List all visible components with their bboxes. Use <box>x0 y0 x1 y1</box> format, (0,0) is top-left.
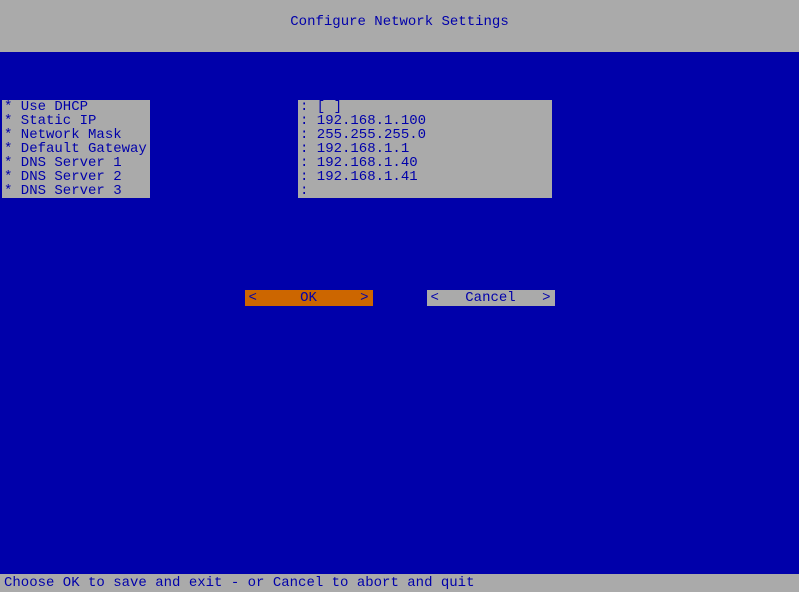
ok-button-left-bracket: < <box>249 290 257 306</box>
cancel-button[interactable]: < Cancel > <box>427 290 555 306</box>
field-label-dns2[interactable]: * DNS Server 2 <box>2 170 150 184</box>
values-column: : [ ] : 192.168.1.100 : 255.255.255.0 : … <box>298 100 552 198</box>
field-label-dns1[interactable]: * DNS Server 1 <box>2 156 150 170</box>
field-value-network-mask[interactable]: : 255.255.255.0 <box>298 128 552 142</box>
cancel-button-left-bracket: < <box>431 290 439 306</box>
cancel-button-right-bracket: > <box>542 290 550 306</box>
ok-button-right-bracket: > <box>360 290 368 306</box>
field-value-static-ip[interactable]: : 192.168.1.100 <box>298 114 552 128</box>
content-area: * Use DHCP * Static IP * Network Mask * … <box>0 52 799 198</box>
ok-button-label: OK <box>257 290 360 306</box>
field-value-dhcp[interactable]: : [ ] <box>298 100 552 114</box>
field-label-dhcp[interactable]: * Use DHCP <box>2 100 150 114</box>
field-label-static-ip[interactable]: * Static IP <box>2 114 150 128</box>
field-value-default-gateway[interactable]: : 192.168.1.1 <box>298 142 552 156</box>
field-value-dns1[interactable]: : 192.168.1.40 <box>298 156 552 170</box>
page-title: Configure Network Settings <box>290 14 508 30</box>
buttons-row: < OK > < Cancel > <box>0 290 799 306</box>
labels-column: * Use DHCP * Static IP * Network Mask * … <box>2 100 150 198</box>
field-value-dns2[interactable]: : 192.168.1.41 <box>298 170 552 184</box>
cancel-button-label: Cancel <box>439 290 542 306</box>
ok-button[interactable]: < OK > <box>245 290 373 306</box>
title-bar: Configure Network Settings <box>0 0 799 52</box>
field-label-network-mask[interactable]: * Network Mask <box>2 128 150 142</box>
field-label-dns3[interactable]: * DNS Server 3 <box>2 184 150 198</box>
footer-hint: Choose OK to save and exit - or Cancel t… <box>0 574 799 592</box>
form-container: * Use DHCP * Static IP * Network Mask * … <box>0 100 799 198</box>
field-value-dns3[interactable]: : <box>298 184 552 198</box>
field-label-default-gateway[interactable]: * Default Gateway <box>2 142 150 156</box>
